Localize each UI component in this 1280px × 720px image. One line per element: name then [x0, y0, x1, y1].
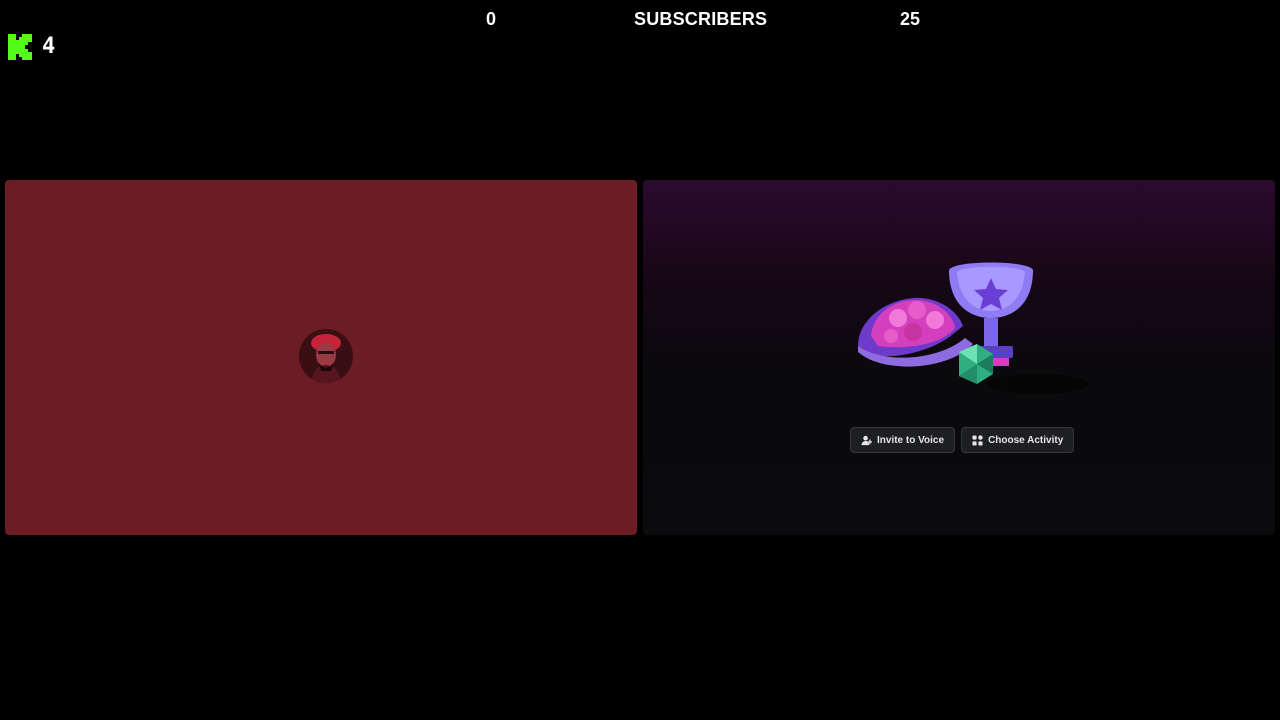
activity-grid-icon [972, 434, 983, 446]
participant-video-tile[interactable] [5, 180, 637, 535]
choose-activity-button[interactable]: Choose Activity [961, 427, 1075, 453]
user-avatar[interactable] [299, 329, 353, 383]
invite-to-voice-button[interactable]: Invite to Voice [850, 427, 956, 453]
subscriber-goal-target: 25 [900, 9, 921, 29]
user-avatar-icon [299, 329, 353, 383]
subscriber-goal-bar: 0 SUBSCRIBERS 25 [470, 8, 940, 30]
invite-to-voice-label: Invite to Voice [877, 434, 945, 446]
kick-viewer-count: 4 [42, 34, 56, 59]
subscriber-goal-current: 0 [486, 9, 497, 29]
activity-actions: Invite to Voice Choose Activity [850, 427, 1075, 453]
activity-tile: Invite to Voice Choose Activity [643, 180, 1275, 535]
add-person-icon [861, 435, 872, 445]
stream-overlay: 0 SUBSCRIBERS 25 4 Invite to Voice Choos… [0, 0, 1280, 720]
subscriber-goal-label: SUBSCRIBERS [634, 9, 768, 29]
choose-activity-label: Choose Activity [988, 434, 1064, 446]
activity-trophy-illustration [858, 262, 1088, 394]
kick-logo-icon [8, 34, 32, 60]
kick-viewer-badge: 4 [7, 32, 55, 62]
